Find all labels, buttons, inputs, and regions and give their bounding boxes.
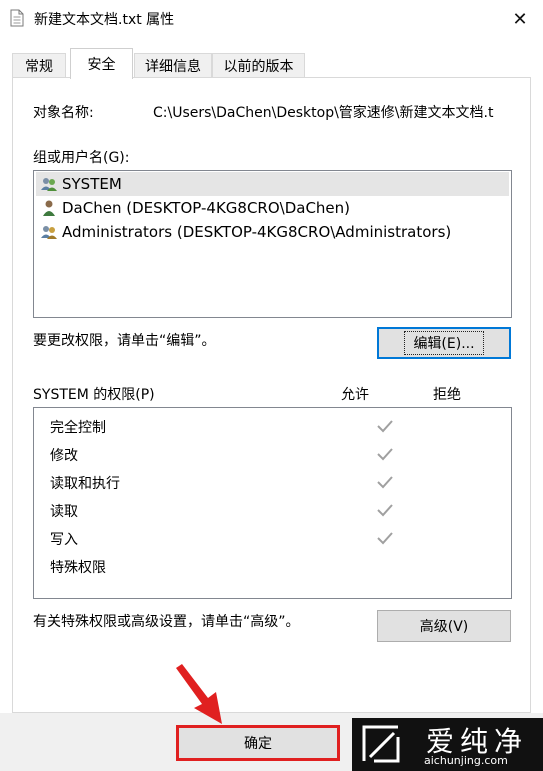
deny-column-header: 拒绝 <box>433 387 461 403</box>
close-icon: ✕ <box>512 8 528 30</box>
user-group-icon <box>41 178 57 191</box>
permission-row-read-execute: 读取和执行 <box>50 469 500 497</box>
checkmark-icon <box>377 504 393 517</box>
groups-listbox[interactable]: SYSTEM DaChen (DESKTOP-4KG8CRO\DaChen) A… <box>33 170 512 318</box>
tab-previous-versions[interactable]: 以前的版本 <box>212 53 305 78</box>
checkmark-icon <box>377 476 393 489</box>
list-item-label: SYSTEM <box>62 175 122 193</box>
logo-mark-icon <box>362 725 400 763</box>
permission-name: 读取和执行 <box>50 476 120 492</box>
permission-row-read: 读取 <box>50 497 500 525</box>
advanced-button[interactable]: 高级(V) <box>377 610 511 642</box>
text-file-icon <box>10 9 24 27</box>
object-path: C:\Users\DaChen\Desktop\管家速修\新建文本文档.t <box>153 105 494 121</box>
edit-hint: 要更改权限，请单击“编辑”。 <box>33 333 216 349</box>
title-bar: 新建文本文档.txt 属性 ✕ <box>0 0 543 38</box>
checkmark-icon <box>377 532 393 545</box>
tab-details[interactable]: 详细信息 <box>134 53 212 78</box>
edit-button[interactable]: 编辑(E)... <box>377 327 511 359</box>
security-panel: 对象名称: C:\Users\DaChen\Desktop\管家速修\新建文本文… <box>12 77 531 713</box>
object-name-label: 对象名称: <box>33 105 94 121</box>
edit-button-label: 编辑(E)... <box>404 331 484 355</box>
tab-security[interactable]: 安全 <box>70 48 133 79</box>
permission-row-write: 写入 <box>50 525 500 553</box>
groups-label: 组或用户名(G): <box>33 150 130 166</box>
window-title: 新建文本文档.txt 属性 <box>34 12 175 28</box>
list-item-dachen[interactable]: DaChen (DESKTOP-4KG8CRO\DaChen) <box>36 196 509 220</box>
watermark-url: aichunjing.com <box>424 754 508 767</box>
permission-name: 修改 <box>50 448 78 464</box>
list-item-administrators[interactable]: Administrators (DESKTOP-4KG8CRO\Administ… <box>36 220 509 244</box>
list-item-label: DaChen (DESKTOP-4KG8CRO\DaChen) <box>62 199 351 217</box>
permission-row-modify: 修改 <box>50 441 500 469</box>
permission-name: 特殊权限 <box>50 560 106 576</box>
allow-column-header: 允许 <box>341 387 369 403</box>
permissions-listbox[interactable]: 完全控制 修改 读取和执行 读取 写入 特殊权限 <box>33 407 512 599</box>
checkmark-icon <box>377 420 393 433</box>
list-item-label: Administrators (DESKTOP-4KG8CRO\Administ… <box>62 223 452 241</box>
list-item-system[interactable]: SYSTEM <box>36 172 509 196</box>
permission-name: 完全控制 <box>50 420 106 436</box>
permission-row-full-control: 完全控制 <box>50 413 500 441</box>
permission-name: 读取 <box>50 504 78 520</box>
watermark-logo: 爱纯净 aichunjing.com <box>352 718 543 771</box>
user-group-icon <box>41 226 57 239</box>
user-icon <box>43 200 55 216</box>
ok-button[interactable]: 确定 <box>176 725 340 761</box>
red-arrow-annotation <box>176 664 222 724</box>
close-button[interactable]: ✕ <box>497 0 543 38</box>
tab-general[interactable]: 常规 <box>12 53 66 78</box>
checkmark-icon <box>377 448 393 461</box>
permission-row-special: 特殊权限 <box>50 553 500 581</box>
permissions-label: SYSTEM 的权限(P) <box>33 387 155 403</box>
advanced-hint: 有关特殊权限或高级设置，请单击“高级”。 <box>33 614 300 630</box>
permission-name: 写入 <box>50 532 78 548</box>
